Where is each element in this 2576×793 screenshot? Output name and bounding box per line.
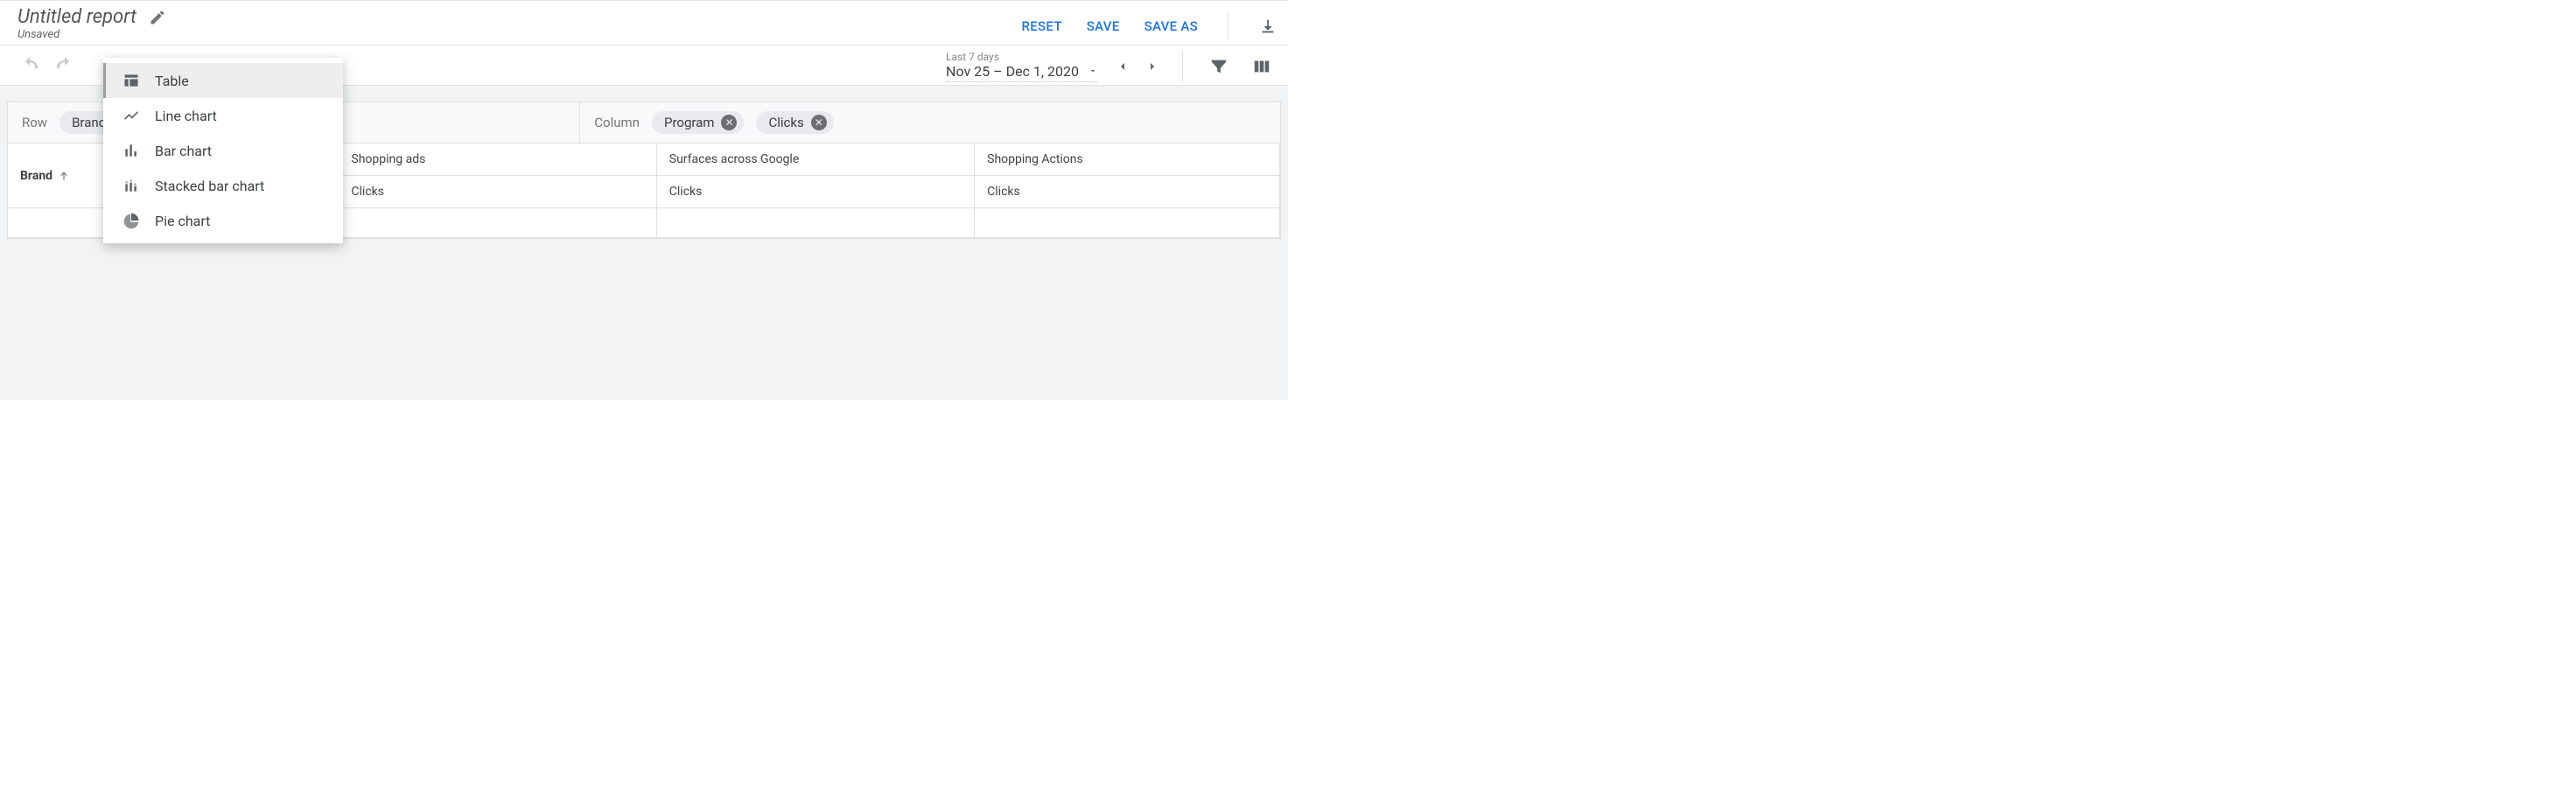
prev-period-icon[interactable] <box>1116 60 1130 74</box>
columns-icon[interactable] <box>1251 57 1272 76</box>
metric-subheader[interactable]: Clicks <box>339 176 656 208</box>
table-icon <box>122 72 141 89</box>
column-label: Column <box>594 115 640 130</box>
undo-icon[interactable] <box>19 56 40 77</box>
save-status: Unsaved <box>18 28 166 41</box>
header-actions: RESET SAVE SAVE AS <box>1022 11 1278 41</box>
save-button[interactable]: SAVE <box>1087 18 1120 34</box>
menu-item-label: Line chart <box>155 108 217 124</box>
menu-item-pie-chart[interactable]: Pie chart <box>103 203 343 238</box>
date-range-value: Nov 25 – Dec 1, 2020 <box>946 63 1079 80</box>
menu-item-line-chart[interactable]: Line chart <box>103 98 343 133</box>
redo-icon[interactable] <box>54 56 75 77</box>
download-icon[interactable] <box>1258 17 1278 36</box>
dropdown-caret-icon <box>1088 66 1098 76</box>
undo-redo-group <box>19 56 75 77</box>
menu-item-label: Pie chart <box>155 213 210 229</box>
menu-item-label: Table <box>155 73 189 89</box>
column-group-header[interactable]: Shopping ads <box>339 144 656 176</box>
date-range-picker[interactable]: Last 7 days Nov 25 – Dec 1, 2020 <box>946 51 1098 82</box>
date-nav-arrows <box>1116 60 1159 74</box>
remove-chip-icon[interactable]: ✕ <box>811 115 827 130</box>
menu-item-label: Stacked bar chart <box>155 178 264 194</box>
metric-subheader[interactable]: Clicks <box>975 176 1280 208</box>
column-group-header[interactable]: Shopping Actions <box>975 144 1280 176</box>
stacked-bar-chart-icon <box>122 177 141 194</box>
menu-item-label: Bar chart <box>155 143 212 159</box>
chip-clicks[interactable]: Clicks ✕ <box>756 111 833 134</box>
row-header-label: Brand <box>20 169 52 183</box>
reset-button[interactable]: RESET <box>1022 18 1062 34</box>
chart-type-menu: Table Line chart Bar chart Stacked bar c… <box>103 58 343 243</box>
remove-chip-icon[interactable]: ✕ <box>721 115 737 130</box>
sort-arrow-icon <box>58 170 70 182</box>
chip-program[interactable]: Program ✕ <box>652 111 744 134</box>
date-range-area: Last 7 days Nov 25 – Dec 1, 2020 <box>946 51 1272 82</box>
bar-chart-icon <box>122 142 141 159</box>
chip-text: Clicks <box>768 115 803 130</box>
chip-text: Program <box>664 115 714 130</box>
filter-icon[interactable] <box>1209 57 1228 76</box>
metric-subheader[interactable]: Clicks <box>656 176 974 208</box>
line-chart-icon <box>122 107 141 124</box>
title-area: Untitled report Unsaved <box>18 6 166 41</box>
menu-item-table[interactable]: Table <box>103 63 343 98</box>
report-title[interactable]: Untitled report <box>18 6 136 28</box>
pie-chart-icon <box>122 212 141 229</box>
column-group-header[interactable]: Surfaces across Google <box>656 144 974 176</box>
edit-title-icon[interactable] <box>149 9 166 26</box>
save-as-button[interactable]: SAVE AS <box>1144 18 1198 34</box>
date-preset-label: Last 7 days <box>946 51 999 63</box>
chip-text: Brand <box>72 115 106 130</box>
header-bar: Untitled report Unsaved RESET SAVE SAVE … <box>0 0 1288 46</box>
menu-item-bar-chart[interactable]: Bar chart <box>103 133 343 168</box>
menu-item-stacked-bar-chart[interactable]: Stacked bar chart <box>103 168 343 203</box>
row-label: Row <box>22 115 47 130</box>
divider <box>1182 52 1183 81</box>
next-period-icon[interactable] <box>1145 60 1159 74</box>
